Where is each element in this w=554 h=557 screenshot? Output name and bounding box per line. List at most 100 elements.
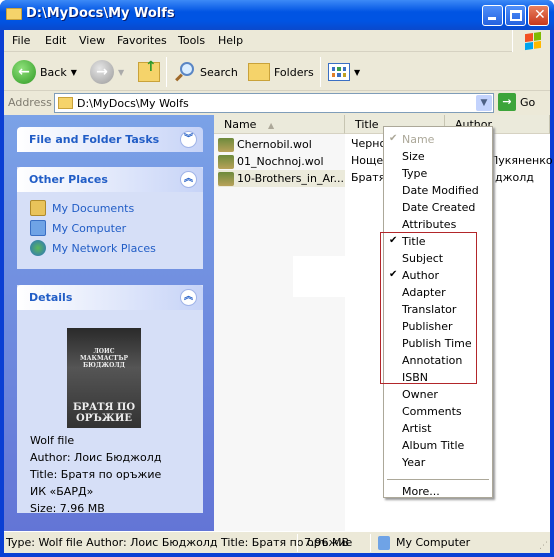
file-title: Черно: [351, 137, 387, 150]
menu-item-comments[interactable]: Comments: [402, 405, 462, 418]
details-panel: Details ︽ ЛОИС МАКМАСТЪР БЮДЖОЛД БРАТЯ П…: [17, 285, 203, 515]
views-dropdown-icon[interactable]: ▼: [354, 68, 360, 77]
menu-item-name: Name: [402, 133, 435, 146]
file-row-selected[interactable]: 10-Brothers_in_Ar...: [218, 170, 345, 187]
folder-icon: [58, 97, 73, 109]
address-label: Address: [8, 96, 52, 109]
back-dropdown-icon[interactable]: ▼: [71, 68, 77, 77]
search-button[interactable]: Search: [174, 57, 238, 87]
menu-item-attributes[interactable]: Attributes: [402, 218, 456, 231]
menu-item-type[interactable]: Type: [402, 167, 427, 180]
detail-type: Wolf file: [30, 434, 75, 447]
menu-item-artist[interactable]: Artist: [402, 422, 431, 435]
menu-help[interactable]: Help: [218, 34, 243, 47]
details-header[interactable]: Details ︽: [17, 285, 203, 310]
file-name: 10-Brothers_in_Ar...: [237, 172, 344, 185]
back-arrow-icon: ←: [12, 60, 36, 84]
detail-title: Title: Братя по оръжие: [30, 468, 162, 481]
window-title: D:\MyDocs\My Wolfs: [26, 6, 175, 21]
search-icon: [174, 61, 196, 83]
address-input[interactable]: D:\MyDocs\My Wolfs ▼: [54, 93, 494, 113]
menu-bar: File Edit View Favorites Tools Help: [4, 30, 550, 52]
menu-item-year[interactable]: Year: [402, 456, 425, 469]
expand-chevron-icon[interactable]: ︾: [180, 131, 197, 148]
forward-dropdown-icon[interactable]: ▼: [118, 68, 124, 77]
menu-item-date-created[interactable]: Date Created: [402, 201, 475, 214]
windows-flag-icon: [525, 31, 541, 51]
title-bar[interactable]: D:\MyDocs\My Wolfs ✕: [0, 0, 554, 30]
my-computer-icon: [378, 536, 390, 550]
collapse-chevron-icon[interactable]: ︽: [180, 289, 197, 306]
folder-icon: [6, 8, 22, 20]
panel-title: Details: [29, 291, 73, 304]
menu-file[interactable]: File: [12, 34, 30, 47]
status-size: 7.96 MB: [304, 536, 350, 549]
menu-view[interactable]: View: [79, 34, 105, 47]
folders-label: Folders: [274, 65, 314, 79]
toolbar-separator: [320, 57, 321, 87]
resize-grip-icon[interactable]: ⋰: [539, 541, 548, 551]
column-label: Title: [355, 118, 379, 131]
detail-author: Author: Лоис Бюджолд: [30, 451, 162, 464]
link-label: My Computer: [52, 221, 127, 235]
wolf-file-icon: [218, 154, 234, 169]
forward-arrow-icon: →: [90, 60, 114, 84]
menu-tools[interactable]: Tools: [178, 34, 205, 47]
toolbar-separator: [166, 57, 167, 87]
toolbar: ← Back ▼ → ▼ ↑ Search Folders ▼: [4, 53, 550, 91]
column-header-name[interactable]: Name ▲: [214, 115, 345, 134]
folders-button[interactable]: Folders: [248, 57, 314, 87]
menu-item-owner[interactable]: Owner: [402, 388, 438, 401]
wolf-file-icon: [218, 137, 234, 152]
back-label: Back: [40, 65, 67, 79]
other-places-header[interactable]: Other Places ︽: [17, 167, 203, 192]
status-zone: My Computer: [396, 536, 471, 549]
file-row[interactable]: Chernobil.wol: [218, 136, 312, 153]
close-button[interactable]: ✕: [528, 5, 549, 26]
link-my-computer[interactable]: My Computer: [30, 220, 126, 236]
detail-size: Size: 7.96 MB: [30, 502, 105, 515]
go-button[interactable]: → Go: [498, 93, 535, 111]
menu-favorites[interactable]: Favorites: [117, 34, 167, 47]
collapse-chevron-icon[interactable]: ︽: [180, 171, 197, 188]
maximize-button[interactable]: [505, 5, 526, 26]
minimize-button[interactable]: [482, 5, 503, 26]
link-my-network-places[interactable]: My Network Places: [30, 240, 156, 256]
network-places-icon: [30, 240, 46, 256]
blank-area: [293, 256, 345, 297]
search-label: Search: [200, 65, 238, 79]
file-row[interactable]: 01_Nochnoj.wol: [218, 153, 324, 170]
my-documents-icon: [30, 200, 46, 216]
task-pane: File and Folder Tasks ︾ Other Places ︽ M…: [4, 115, 214, 531]
panel-title: File and Folder Tasks: [29, 133, 160, 146]
folders-icon: [248, 63, 270, 81]
cover-title: БРАТЯ ПО ОРЪЖИЕ: [72, 402, 136, 424]
up-folder-button[interactable]: ↑: [138, 57, 160, 87]
link-label: My Documents: [52, 201, 135, 215]
menu-item-album-title[interactable]: Album Title: [402, 439, 464, 452]
views-icon: [328, 63, 350, 81]
windows-logo: [512, 30, 550, 52]
cover-author: ЛОИС МАКМАСТЪР БЮДЖОЛД: [79, 348, 128, 369]
menu-item-more[interactable]: More...: [402, 485, 440, 498]
file-folder-tasks-header[interactable]: File and Folder Tasks ︾: [17, 127, 203, 152]
views-button[interactable]: ▼: [328, 57, 360, 87]
highlight-annotation-box: [380, 232, 477, 384]
menu-item-date-modified[interactable]: Date Modified: [402, 184, 479, 197]
file-author: джолд: [495, 171, 534, 184]
menu-item-size[interactable]: Size: [402, 150, 425, 163]
forward-button[interactable]: → ▼: [90, 57, 124, 87]
book-cover-thumbnail: ЛОИС МАКМАСТЪР БЮДЖОЛД БРАТЯ ПО ОРЪЖИЕ: [67, 328, 141, 428]
back-button[interactable]: ← Back ▼: [12, 57, 77, 87]
go-arrow-icon: →: [498, 93, 516, 111]
status-divider: [370, 534, 371, 552]
checkmark-icon: ✔: [389, 133, 398, 144]
menu-separator: [387, 479, 489, 480]
link-my-documents[interactable]: My Documents: [30, 200, 134, 216]
my-computer-icon: [30, 220, 46, 236]
file-title: Братя: [351, 171, 386, 184]
wolf-file-icon: [218, 171, 234, 186]
menu-edit[interactable]: Edit: [45, 34, 66, 47]
address-dropdown-button[interactable]: ▼: [476, 95, 492, 111]
detail-publisher: ИК «БАРД»: [30, 485, 94, 498]
